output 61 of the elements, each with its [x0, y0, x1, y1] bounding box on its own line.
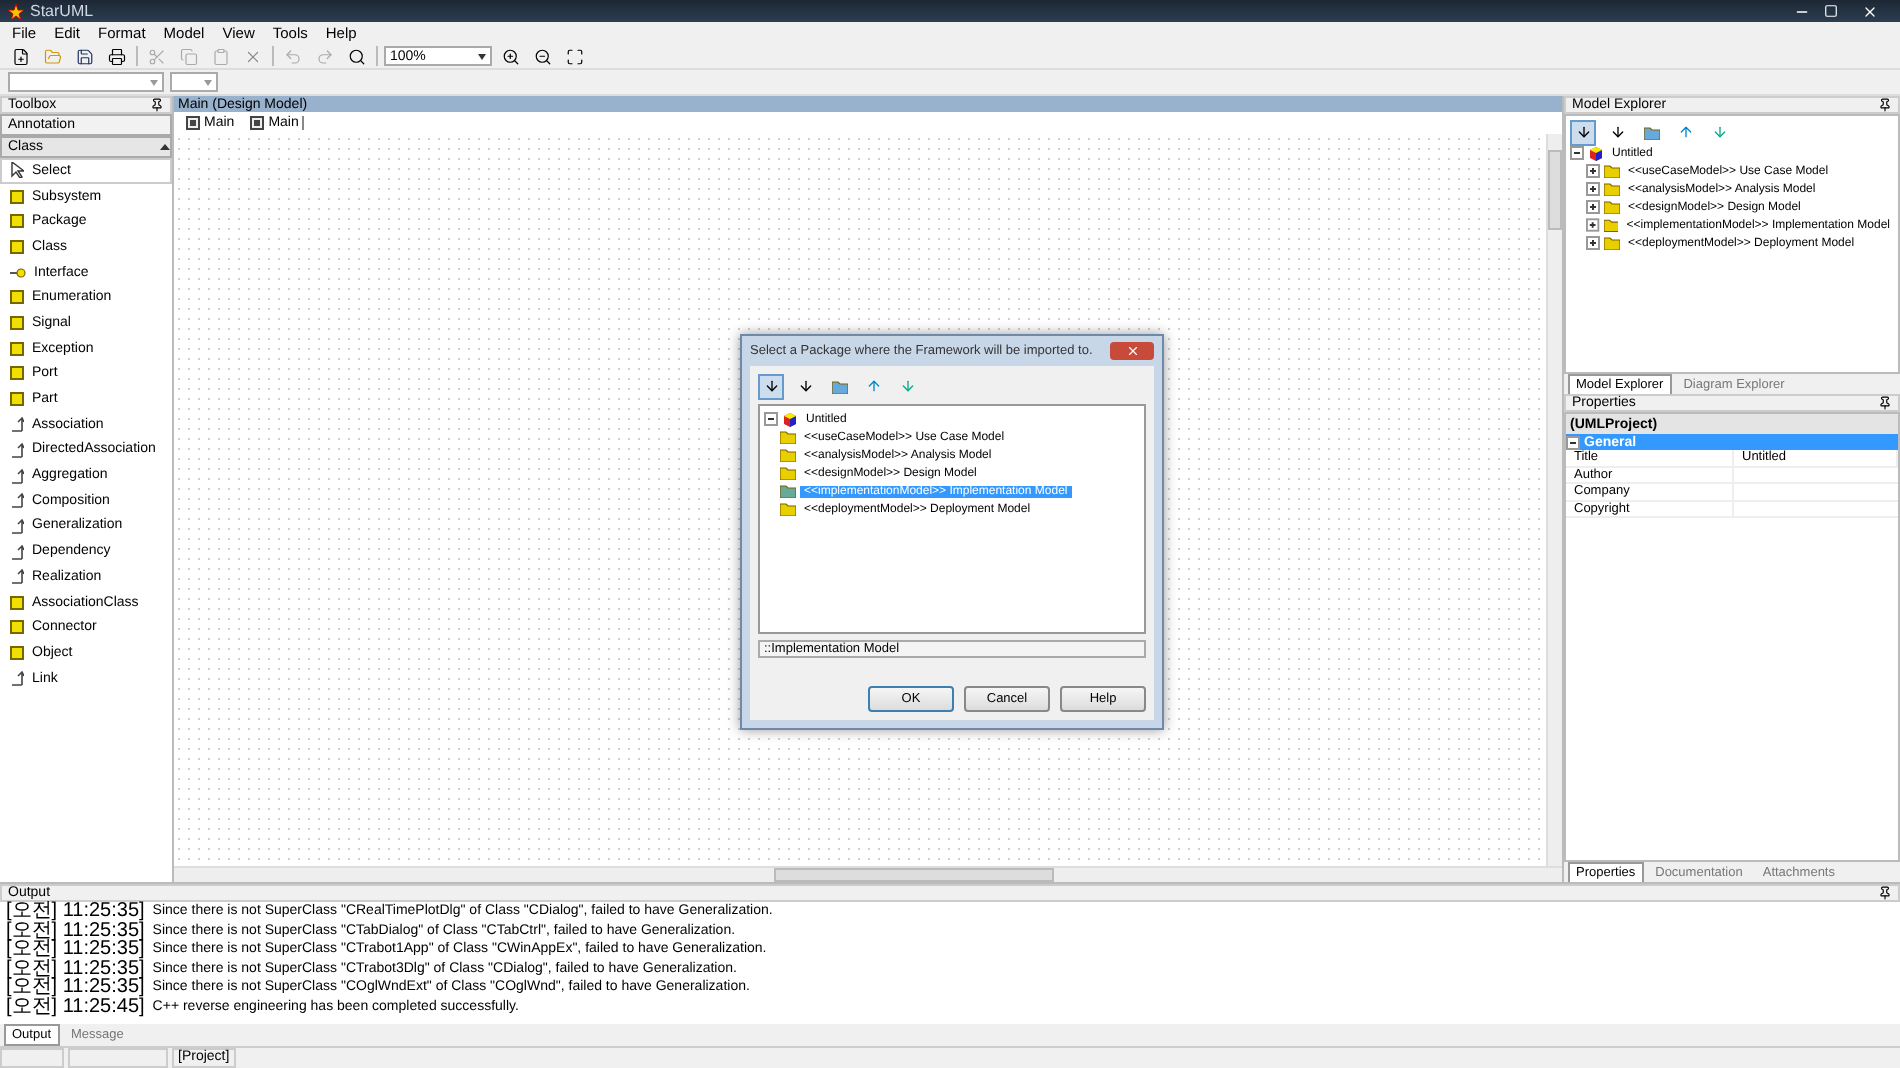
square-icon: [10, 214, 24, 229]
maximize-icon: [1824, 4, 1838, 18]
pointer-icon: [10, 162, 24, 179]
caret-icon: [204, 79, 212, 85]
diagram-icon: [186, 116, 200, 130]
connector-line-icon: [10, 416, 24, 433]
package-icon: [1643, 125, 1659, 139]
log-time: [오전] 11:25:35]: [6, 940, 145, 959]
collapse-icon[interactable]: [1566, 435, 1580, 449]
log-time: [오전] 11:25:35]: [6, 902, 145, 921]
window-title: StarUML: [30, 2, 94, 20]
close-icon: [1125, 344, 1139, 358]
expand-icon[interactable]: [1586, 164, 1600, 178]
expand-icon[interactable]: [1586, 236, 1600, 250]
diagram-icon: [250, 116, 265, 130]
square-icon: [10, 189, 24, 204]
connector-line-icon: [10, 467, 24, 484]
star-logo-icon: [8, 3, 24, 19]
close-icon: [1862, 3, 1878, 19]
caret-icon: [150, 79, 158, 85]
scrollbar[interactable]: [1546, 134, 1562, 866]
log-time: [오전] 11:25:35]: [6, 921, 145, 940]
scrollbar[interactable]: [174, 866, 1562, 882]
expand-icon[interactable]: [1586, 182, 1600, 196]
caret-icon: [478, 53, 486, 59]
pin-icon[interactable]: [1878, 98, 1892, 112]
connector-line-icon: [10, 492, 24, 509]
printer-icon[interactable]: [104, 43, 130, 69]
cube-icon: [1588, 145, 1604, 161]
pin-icon[interactable]: [150, 98, 164, 112]
log-time: [오전] 11:25:35]: [6, 978, 145, 997]
square-icon: [10, 366, 24, 381]
square-icon: [10, 290, 24, 305]
connector-line-icon: [10, 543, 24, 560]
connector-line-icon: [10, 670, 24, 687]
square-icon: [10, 315, 24, 330]
log-time: [오전] 11:25:35]: [6, 959, 145, 978]
expand-icon[interactable]: [1586, 200, 1600, 214]
collapse-icon[interactable]: [764, 412, 778, 426]
sort-icon[interactable]: [1570, 119, 1596, 145]
connector-line-icon: [10, 517, 24, 534]
square-icon: [10, 595, 24, 610]
new-file-icon[interactable]: [8, 43, 34, 69]
package-icon: [831, 379, 847, 393]
lollipop-icon: [10, 267, 26, 278]
sort-icon[interactable]: [758, 373, 784, 399]
collapse-icon[interactable]: [1570, 146, 1584, 160]
connector-line-icon: [10, 568, 24, 585]
collapse-arrow-icon: [160, 144, 170, 150]
square-icon: [10, 392, 24, 407]
cube-icon: [782, 411, 798, 427]
pin-icon[interactable]: [1878, 886, 1892, 900]
square-icon: [10, 645, 24, 660]
square-icon: [10, 341, 24, 356]
clipboard-icon[interactable]: [208, 43, 234, 69]
pin-icon[interactable]: [1878, 396, 1892, 410]
connector-line-icon: [10, 441, 24, 458]
square-icon: [10, 620, 24, 635]
square-icon: [10, 239, 24, 254]
log-time: [오전] 11:25:45]: [6, 997, 145, 1016]
expand-icon[interactable]: [1586, 218, 1600, 232]
